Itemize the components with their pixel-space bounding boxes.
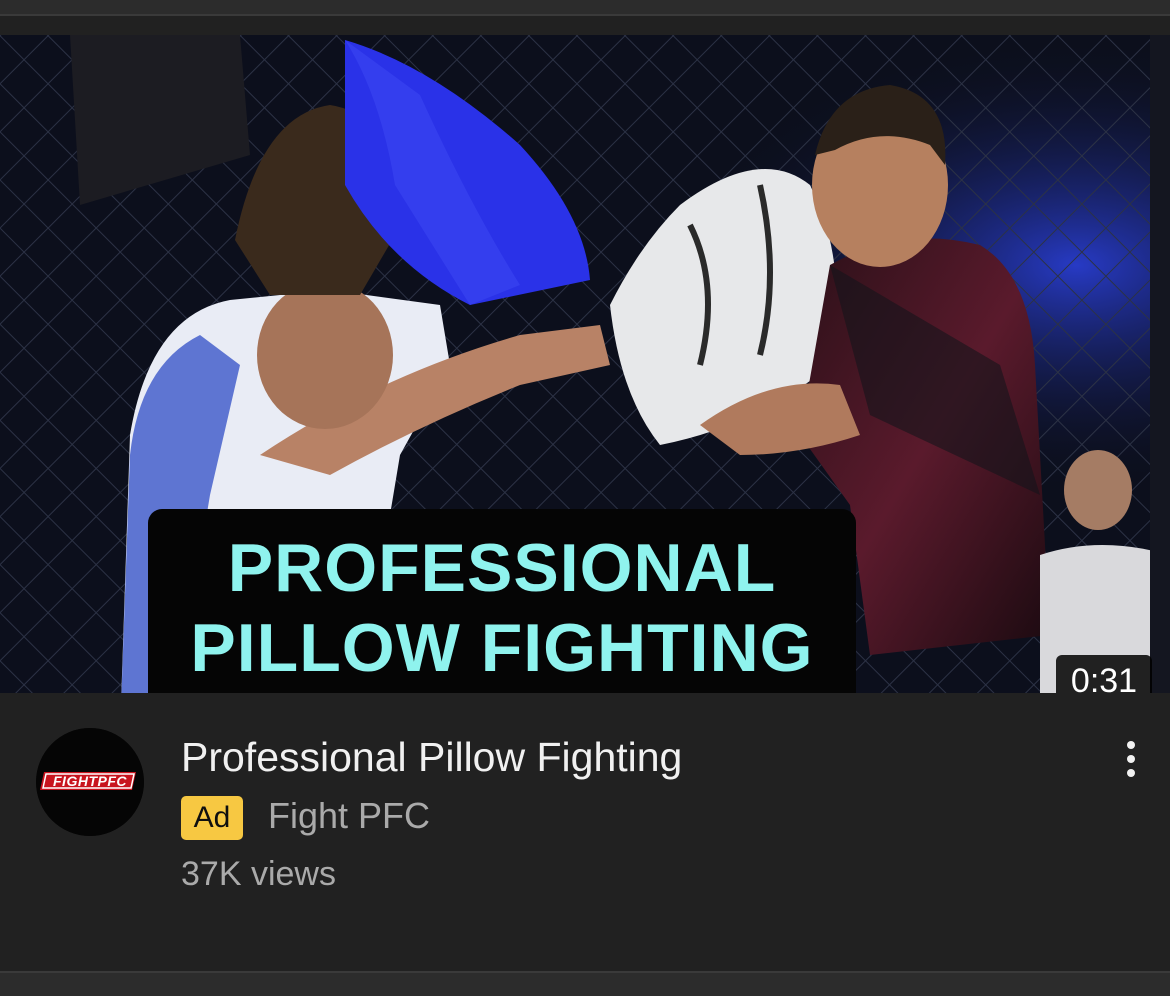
menu-dot xyxy=(1127,769,1135,777)
ad-badge: Ad xyxy=(181,796,243,840)
channel-logo-text: FIGHTPFC xyxy=(53,773,127,789)
video-thumbnail[interactable]: PROFESSIONAL PILLOW FIGHTING 0:31 xyxy=(0,35,1170,693)
channel-name[interactable]: Fight PFC xyxy=(268,794,430,838)
feed-divider-top xyxy=(0,0,1170,16)
menu-dot xyxy=(1127,755,1135,763)
caption-line-2: PILLOW FIGHTING xyxy=(190,610,814,686)
duration-badge: 0:31 xyxy=(1056,655,1152,693)
feed-gap xyxy=(0,16,1170,35)
menu-dot xyxy=(1127,741,1135,749)
more-vert-icon[interactable] xyxy=(1110,733,1152,785)
video-title[interactable]: Professional Pillow Fighting xyxy=(181,733,682,781)
video-meta: FIGHTPFC Professional Pillow Fighting Ad… xyxy=(0,693,1170,971)
caption-line-1: PROFESSIONAL xyxy=(227,530,777,606)
view-count: 37K views xyxy=(181,855,336,893)
thumbnail-caption: PROFESSIONAL PILLOW FIGHTING xyxy=(148,509,856,693)
feed-divider-bottom xyxy=(0,971,1170,996)
channel-avatar[interactable]: FIGHTPFC xyxy=(36,728,144,836)
